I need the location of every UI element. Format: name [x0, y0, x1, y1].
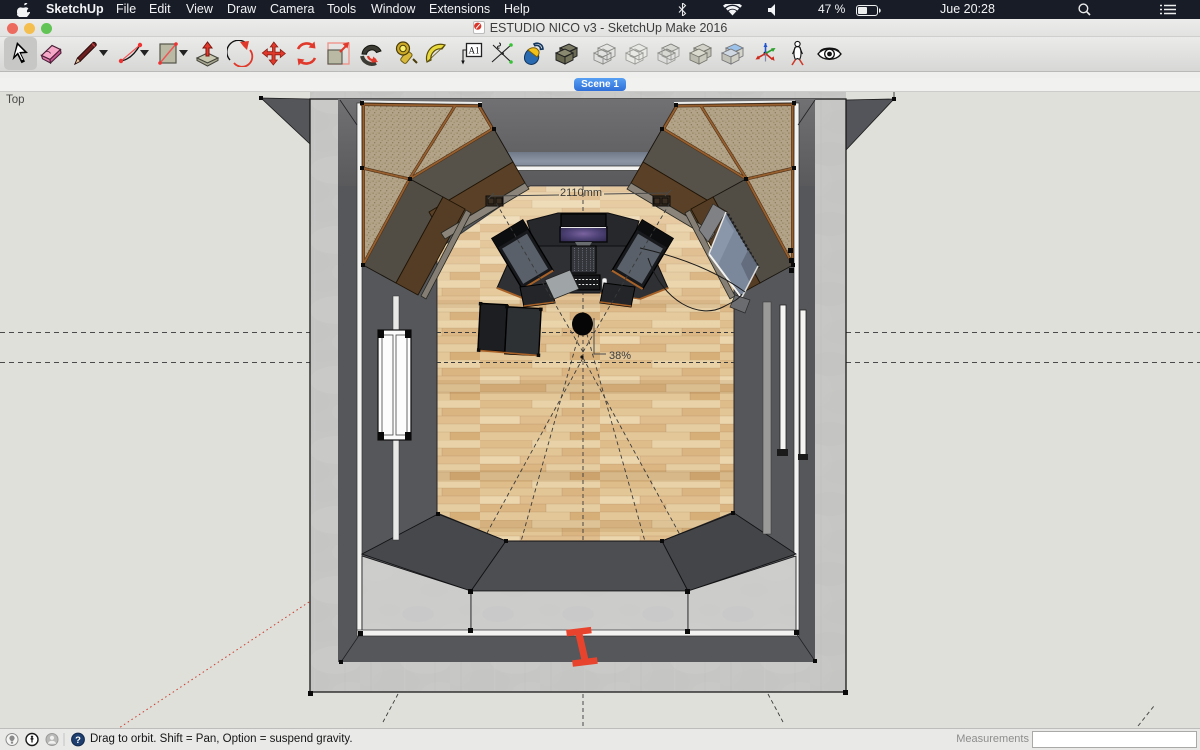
- svg-text:A1: A1: [469, 46, 480, 56]
- svg-text:2110mm: 2110mm: [560, 187, 602, 199]
- svg-text:38%: 38%: [609, 350, 631, 362]
- svg-text:Top: Top: [6, 94, 25, 106]
- svg-text:?: ?: [75, 735, 81, 746]
